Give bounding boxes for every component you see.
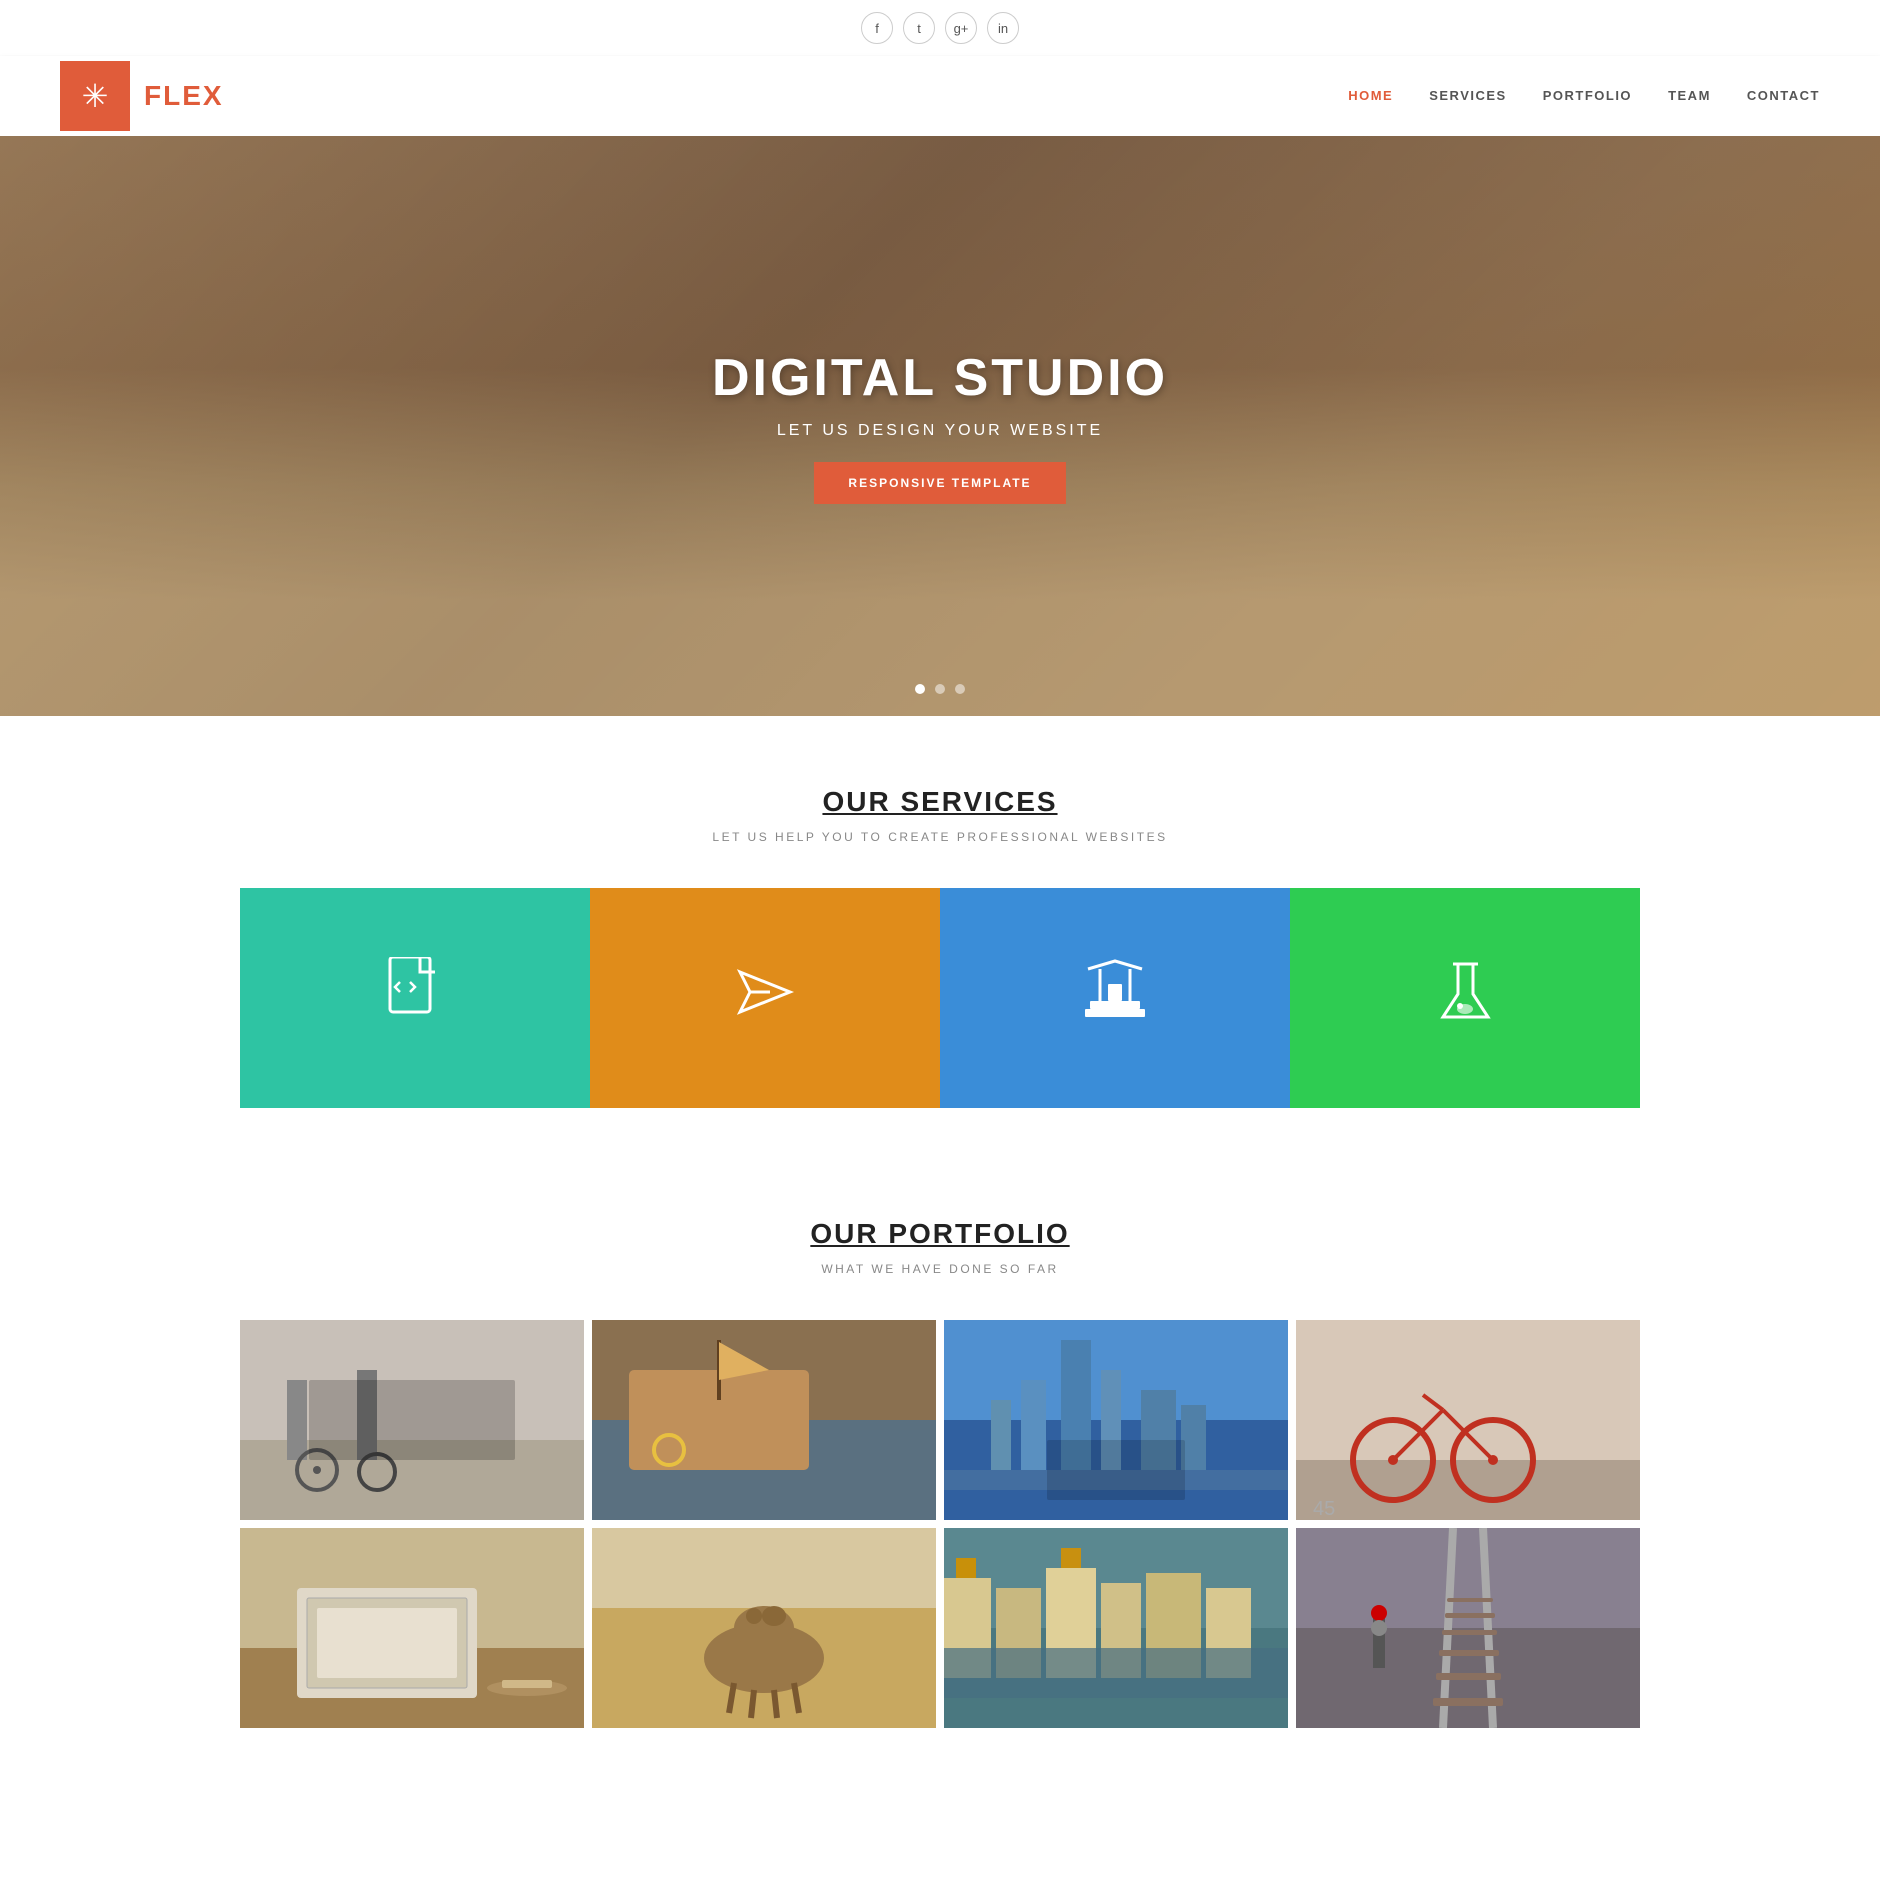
hero-content: DIGITAL STUDIO LET US DESIGN YOUR WEBSIT… <box>712 348 1168 504</box>
nav-home-link[interactable]: HOME <box>1348 88 1393 103</box>
nav-services[interactable]: SERVICES <box>1429 87 1507 105</box>
navbar: ✳ FLEX HOME SERVICES PORTFOLIO TEAM CONT… <box>0 56 1880 136</box>
nav-home[interactable]: HOME <box>1348 87 1393 105</box>
social-bar: f t g+ in <box>0 0 1880 56</box>
logo-text: FLEX <box>130 80 224 112</box>
twitter-icon[interactable]: t <box>903 12 935 44</box>
services-grid <box>240 888 1640 1108</box>
facebook-icon[interactable]: f <box>861 12 893 44</box>
nav-contact[interactable]: CONTACT <box>1747 87 1820 105</box>
google-icon[interactable]: g+ <box>945 12 977 44</box>
portfolio-item-8[interactable] <box>1296 1528 1640 1728</box>
portfolio-item-2[interactable] <box>592 1320 936 1520</box>
service-card-library[interactable] <box>940 888 1290 1108</box>
service-card-lab[interactable] <box>1290 888 1640 1108</box>
portfolio-subtitle: WHAT WE HAVE DONE SO FAR <box>60 1262 1820 1276</box>
hero-section: DIGITAL STUDIO LET US DESIGN YOUR WEBSIT… <box>0 136 1880 716</box>
nav-portfolio-link[interactable]: PORTFOLIO <box>1543 88 1632 103</box>
portfolio-grid: 45 <box>240 1320 1640 1728</box>
portfolio-item-6[interactable] <box>592 1528 936 1728</box>
code-icon <box>385 957 445 1040</box>
portfolio-item-1[interactable] <box>240 1320 584 1520</box>
hero-dot-1[interactable] <box>915 684 925 694</box>
hero-dot-2[interactable] <box>935 684 945 694</box>
nav-contact-link[interactable]: CONTACT <box>1747 88 1820 103</box>
lab-icon <box>1438 959 1493 1037</box>
send-icon <box>735 962 795 1035</box>
service-card-send[interactable] <box>590 888 940 1108</box>
portfolio-item-4[interactable]: 45 <box>1296 1320 1640 1520</box>
portfolio-title: OUR PORTFOLIO <box>60 1218 1820 1250</box>
logo-icon: ✳ <box>82 77 109 115</box>
logo-box: ✳ <box>60 61 130 131</box>
logo[interactable]: ✳ FLEX <box>60 61 224 131</box>
nav-team-link[interactable]: TEAM <box>1668 88 1711 103</box>
services-subtitle: LET US HELP YOU TO CREATE PROFESSIONAL W… <box>60 830 1820 844</box>
nav-portfolio[interactable]: PORTFOLIO <box>1543 87 1632 105</box>
portfolio-item-7[interactable] <box>944 1528 1288 1728</box>
hero-cta-button[interactable]: RESPONSIVE TEMPLATE <box>814 462 1065 504</box>
service-card-code[interactable] <box>240 888 590 1108</box>
svg-text:45: 45 <box>1313 1498 1335 1520</box>
portfolio-section: OUR PORTFOLIO WHAT WE HAVE DONE SO FAR <box>0 1178 1880 1798</box>
hero-subtitle: LET US DESIGN YOUR WEBSITE <box>712 422 1168 440</box>
services-section: OUR SERVICES LET US HELP YOU TO CREATE P… <box>0 716 1880 1178</box>
portfolio-item-5[interactable] <box>240 1528 584 1728</box>
nav-services-link[interactable]: SERVICES <box>1429 88 1507 103</box>
linkedin-icon[interactable]: in <box>987 12 1019 44</box>
portfolio-item-3[interactable] <box>944 1320 1288 1520</box>
nav-links: HOME SERVICES PORTFOLIO TEAM CONTACT <box>1348 87 1820 105</box>
hero-dot-3[interactable] <box>955 684 965 694</box>
library-icon <box>1080 959 1150 1037</box>
nav-team[interactable]: TEAM <box>1668 87 1711 105</box>
hero-title: DIGITAL STUDIO <box>712 348 1168 408</box>
hero-dots <box>915 684 965 694</box>
services-title: OUR SERVICES <box>60 786 1820 818</box>
